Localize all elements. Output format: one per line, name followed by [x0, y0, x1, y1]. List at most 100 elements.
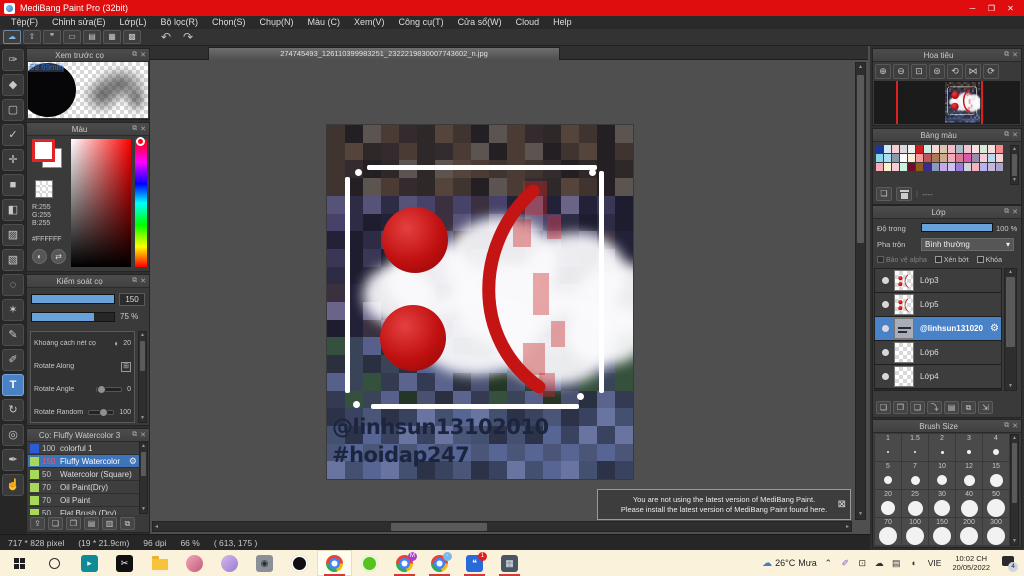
palette-swatch[interactable]	[900, 145, 907, 153]
zoom-out-button[interactable]: ⊖	[893, 64, 909, 79]
lasso-tool[interactable]: ◌	[2, 274, 24, 296]
palette-swatch[interactable]	[980, 154, 987, 162]
scroll-up-icon[interactable]: ▲	[856, 64, 865, 71]
add-brush-menu-button[interactable]: ❐	[66, 517, 81, 530]
clipping-checkbox[interactable]: Xén bớt	[934, 256, 969, 264]
scroll-down-icon[interactable]: ▼	[139, 415, 146, 422]
medibang-paint[interactable]	[317, 550, 352, 576]
popout-icon[interactable]: ⧉	[1004, 208, 1009, 216]
brush-size-value[interactable]: 150	[119, 293, 145, 306]
menu-item[interactable]: Công cụ(T)	[392, 16, 451, 29]
brush-size-cell[interactable]: 50	[983, 490, 1009, 517]
brush-size-cell[interactable]: 30	[929, 490, 955, 517]
brush-size-cell[interactable]: 200	[956, 518, 982, 545]
popout-icon[interactable]: ⧉	[1004, 131, 1009, 139]
brush-size-cell[interactable]: 300	[983, 518, 1009, 545]
menu-item[interactable]: Tệp(F)	[4, 16, 45, 29]
palette-swatch[interactable]	[892, 154, 899, 162]
fill-rect-tool[interactable]: ■	[2, 174, 24, 196]
minimize-button[interactable]: ─	[963, 2, 982, 15]
palette-swatch[interactable]	[988, 145, 995, 153]
app-gameloop[interactable]	[352, 550, 387, 576]
app-camera[interactable]: ◉	[247, 550, 282, 576]
select-tool[interactable]: ▧	[2, 249, 24, 271]
menu-item[interactable]: Xem(V)	[347, 16, 392, 29]
palette-swatch[interactable]	[948, 154, 955, 162]
palette-swatch[interactable]	[924, 145, 931, 153]
brush-size-cell[interactable]: 70	[875, 518, 901, 545]
panel-layout-button[interactable]: ▦	[103, 30, 121, 44]
brush-size-cell[interactable]: 100	[902, 518, 928, 545]
brush-size-cell[interactable]: 15	[983, 462, 1009, 489]
palette-scrollbar[interactable]: ▲ ▼	[1010, 145, 1019, 185]
app-capcut[interactable]: ✂	[107, 550, 142, 576]
gear-icon[interactable]: ⚙	[129, 456, 137, 467]
menu-item[interactable]: Help	[546, 16, 579, 29]
layer-settings-button[interactable]: ⇲	[978, 401, 993, 414]
move-tool[interactable]: ✛	[2, 149, 24, 171]
palette-swatch[interactable]	[876, 145, 883, 153]
layer-row[interactable]: Lớp4	[875, 365, 1001, 389]
close-icon[interactable]: ✕	[1012, 422, 1018, 430]
brush-size-cell[interactable]: 3	[956, 434, 982, 461]
canvas-vertical-scrollbar[interactable]: ▲ ▼	[855, 62, 866, 520]
scroll-up-icon[interactable]: ▲	[1011, 146, 1018, 153]
popout-icon[interactable]: ⧉	[1004, 51, 1009, 59]
maximize-button[interactable]: ❐	[982, 2, 1001, 15]
hand-tool[interactable]: ☝	[2, 474, 24, 496]
transparent-color-swatch[interactable]	[35, 180, 53, 198]
shape-brush-tool[interactable]: ▢	[2, 99, 24, 121]
menu-item[interactable]: Cửa sổ(W)	[451, 16, 509, 29]
document-button[interactable]: ▤	[83, 30, 101, 44]
option-slider[interactable]	[88, 408, 115, 417]
eyedropper-tool[interactable]: ◎	[2, 424, 24, 446]
palette-swatch[interactable]	[988, 154, 995, 162]
menu-item[interactable]: Bộ lọc(R)	[153, 16, 205, 29]
layer-row[interactable]: Lớp5	[875, 293, 1001, 317]
primary-color-swatch[interactable]	[32, 139, 55, 162]
palette-swatch[interactable]	[956, 154, 963, 162]
gradient-tool[interactable]: ▨	[2, 224, 24, 246]
duplicate-layer-button[interactable]: ❐	[893, 401, 908, 414]
brush-item[interactable]: 70 Oil Paint(Dry)	[28, 481, 139, 494]
scroll-up-icon[interactable]: ▲	[140, 443, 147, 450]
scroll-up-icon[interactable]: ▲	[1005, 269, 1016, 276]
close-icon[interactable]: ✕	[1012, 208, 1018, 216]
palette-swatch[interactable]	[884, 145, 891, 153]
close-icon[interactable]: ✕	[140, 277, 146, 285]
palette-mode-button[interactable]: ◐	[32, 249, 47, 264]
select-pen-tool[interactable]: ✎	[2, 324, 24, 346]
fit-window-button[interactable]: ⊡	[911, 64, 927, 79]
app-game-avatar-1[interactable]	[177, 550, 212, 576]
select-eraser-tool[interactable]: ✐	[2, 349, 24, 371]
brush-size-cell[interactable]: 1	[875, 434, 901, 461]
brush-size-cell[interactable]: 5	[875, 462, 901, 489]
palette-swatch[interactable]	[996, 145, 1003, 153]
weather-widget[interactable]: ☁ 26°C Mưa	[762, 558, 817, 569]
visibility-dot[interactable]	[882, 301, 889, 308]
close-icon[interactable]: ✕	[140, 125, 146, 133]
publish-button[interactable]: ▭	[63, 30, 81, 44]
brush-item[interactable]: 50 Watercolor (Square)	[28, 468, 139, 481]
brush-size-cell[interactable]: 1.5	[902, 434, 928, 461]
app-obs[interactable]	[282, 550, 317, 576]
chrome-profile-2[interactable]: ◦	[422, 550, 457, 576]
palette-swatch[interactable]	[940, 154, 947, 162]
palette-swatch[interactable]	[996, 154, 1003, 162]
brush-option-row[interactable]: Rotate Angle 0	[31, 378, 134, 401]
export-button[interactable]: ⇧	[23, 30, 41, 44]
palette-swatch[interactable]	[892, 163, 899, 171]
palette-swatch[interactable]	[876, 154, 883, 162]
cloud-save-button[interactable]: ☁	[3, 30, 21, 44]
text-tool[interactable]: T	[2, 374, 24, 396]
palette-swatch[interactable]	[980, 145, 987, 153]
palette-swatch[interactable]	[908, 145, 915, 153]
brush-size-cell[interactable]: 10	[929, 462, 955, 489]
brush-size-cell[interactable]: 2	[929, 434, 955, 461]
popout-icon[interactable]: ⧉	[132, 125, 137, 133]
palette-swatch[interactable]	[916, 154, 923, 162]
gear-icon[interactable]: ⚙	[990, 323, 999, 334]
slider-knob[interactable]	[97, 385, 107, 394]
grid-button[interactable]: ▩	[123, 30, 141, 44]
rotate-right-button[interactable]: ⟳	[983, 64, 999, 79]
